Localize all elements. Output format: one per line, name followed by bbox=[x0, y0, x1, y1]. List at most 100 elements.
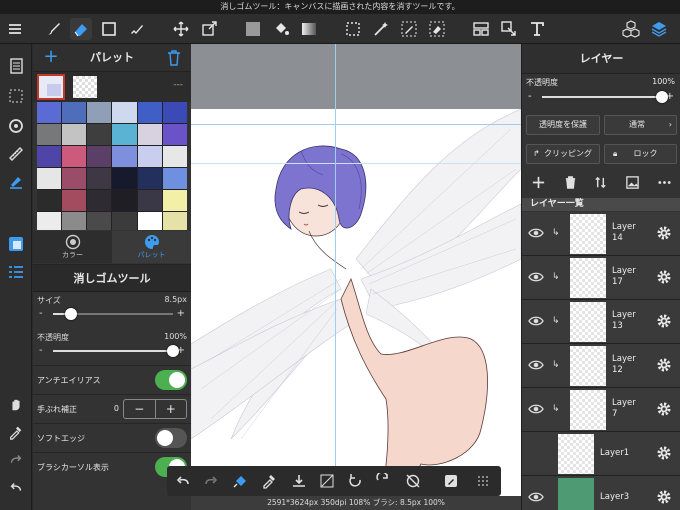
palette-swatch[interactable] bbox=[162, 124, 187, 145]
palette-swatch[interactable] bbox=[87, 102, 112, 123]
palette-swatch[interactable] bbox=[62, 212, 87, 230]
trash-icon[interactable] bbox=[165, 48, 183, 68]
canvas-area[interactable] bbox=[191, 44, 521, 510]
palette-swatch[interactable] bbox=[112, 168, 137, 189]
palette-swatch[interactable] bbox=[112, 124, 137, 145]
blend-mode-select[interactable]: 通常 › bbox=[604, 115, 677, 135]
palette-swatch[interactable] bbox=[162, 190, 187, 211]
layer-opacity-plus-button[interactable]: + bbox=[666, 90, 674, 104]
palette-swatch[interactable] bbox=[37, 124, 62, 145]
eye-icon[interactable] bbox=[528, 357, 544, 373]
palette-swatch[interactable] bbox=[162, 168, 187, 189]
protect-alpha-button[interactable]: 透明度を保護 bbox=[526, 115, 600, 135]
stabilizer-plus-button[interactable]: + bbox=[156, 400, 187, 418]
layer-row[interactable]: Layer3 bbox=[522, 476, 680, 510]
eye-icon[interactable] bbox=[528, 401, 544, 417]
eye-icon[interactable] bbox=[528, 225, 544, 241]
layer-row[interactable]: Layer1 bbox=[522, 432, 680, 476]
pen-pressure-icon[interactable] bbox=[4, 170, 28, 194]
layer-opacity-minus-button[interactable]: - bbox=[528, 90, 532, 104]
stabilizer-minus-button[interactable]: − bbox=[124, 400, 156, 418]
transparent-swatch[interactable] bbox=[73, 76, 97, 98]
palette-swatch[interactable] bbox=[37, 146, 62, 167]
gear-icon[interactable] bbox=[655, 444, 673, 462]
move-icon[interactable] bbox=[170, 18, 192, 40]
palette-swatch[interactable] bbox=[112, 146, 137, 167]
eyedropper-icon[interactable] bbox=[259, 471, 279, 491]
layer-icon[interactable] bbox=[648, 18, 670, 40]
current-color-swatch[interactable] bbox=[37, 74, 65, 100]
palette-swatch[interactable] bbox=[112, 102, 137, 123]
ruler-icon[interactable] bbox=[4, 142, 28, 166]
rotate-icon[interactable] bbox=[4, 114, 28, 138]
frame-icon[interactable] bbox=[470, 18, 492, 40]
palette-swatch[interactable] bbox=[87, 124, 112, 145]
marker-icon[interactable] bbox=[126, 18, 148, 40]
brush-icon[interactable] bbox=[42, 18, 64, 40]
gear-icon[interactable] bbox=[655, 224, 673, 242]
tab-palette[interactable]: パレット bbox=[112, 231, 191, 263]
palette-swatch[interactable] bbox=[137, 102, 162, 123]
selection-icon[interactable] bbox=[4, 84, 28, 108]
palette-swatch[interactable] bbox=[137, 124, 162, 145]
size-slider[interactable]: - + bbox=[37, 307, 187, 321]
eraser-icon[interactable] bbox=[70, 18, 92, 40]
palette-swatch[interactable] bbox=[62, 102, 87, 123]
snap-icon[interactable] bbox=[231, 471, 251, 491]
gear-icon[interactable] bbox=[655, 400, 673, 418]
layer-opacity-slider[interactable]: - + bbox=[526, 90, 676, 104]
eye-icon[interactable] bbox=[528, 269, 544, 285]
palette-swatch[interactable] bbox=[87, 168, 112, 189]
palette-swatch[interactable] bbox=[87, 212, 112, 230]
undo-icon[interactable] bbox=[173, 471, 193, 491]
size-knob[interactable] bbox=[65, 308, 77, 320]
palette-swatch[interactable] bbox=[112, 190, 137, 211]
gear-icon[interactable] bbox=[655, 268, 673, 286]
palette-swatch[interactable] bbox=[37, 212, 62, 230]
hand-icon[interactable] bbox=[4, 392, 28, 416]
palette-swatch[interactable] bbox=[137, 168, 162, 189]
rotate-right-icon[interactable] bbox=[373, 471, 393, 491]
palette-swatch[interactable] bbox=[162, 212, 187, 230]
size-plus-button[interactable]: + bbox=[177, 307, 185, 321]
gear-icon[interactable] bbox=[655, 312, 673, 330]
palette-swatch[interactable] bbox=[87, 190, 112, 211]
palette-swatch[interactable] bbox=[137, 146, 162, 167]
soft-edge-toggle[interactable] bbox=[155, 428, 187, 448]
palette-swatch[interactable] bbox=[87, 146, 112, 167]
material-icon[interactable] bbox=[620, 18, 642, 40]
clear-layer-icon[interactable] bbox=[317, 471, 337, 491]
antialias-toggle[interactable] bbox=[155, 370, 187, 390]
canvas-paper[interactable] bbox=[191, 108, 521, 510]
rectangle-icon[interactable] bbox=[98, 18, 120, 40]
import-icon[interactable] bbox=[289, 471, 309, 491]
reorder-layer-icon[interactable] bbox=[590, 172, 610, 192]
more-icon[interactable] bbox=[654, 172, 674, 192]
palette-swatch[interactable] bbox=[162, 102, 187, 123]
rotate-left-icon[interactable] bbox=[345, 471, 365, 491]
gear-icon[interactable] bbox=[655, 356, 673, 374]
clipping-button[interactable]: ↱ クリッピング bbox=[526, 144, 600, 164]
redo-icon[interactable] bbox=[201, 471, 221, 491]
palette-swatch[interactable] bbox=[62, 146, 87, 167]
layer-row[interactable]: ↳ Layer 12 bbox=[522, 344, 680, 388]
lock-button[interactable]: 🔒︎ ロック bbox=[604, 144, 677, 164]
palette-swatch[interactable] bbox=[37, 102, 62, 123]
tab-color[interactable]: カラー bbox=[33, 231, 112, 263]
add-layer-icon[interactable] bbox=[528, 172, 548, 192]
eye-icon[interactable] bbox=[528, 489, 544, 505]
palette-swatch[interactable] bbox=[162, 146, 187, 167]
stabilizer-stepper[interactable]: − + bbox=[123, 399, 187, 419]
magic-wand-icon[interactable] bbox=[370, 18, 392, 40]
layer-list-icon[interactable] bbox=[4, 260, 28, 284]
opacity-plus-button[interactable]: + bbox=[177, 344, 185, 358]
select-rect-icon[interactable] bbox=[342, 18, 364, 40]
palette-swatch[interactable] bbox=[137, 190, 162, 211]
transform-icon[interactable] bbox=[198, 18, 220, 40]
layer-row[interactable]: ↳ Layer 7 bbox=[522, 388, 680, 432]
palette-swatch[interactable] bbox=[62, 168, 87, 189]
page-manager-icon[interactable] bbox=[4, 54, 28, 78]
bucket-icon[interactable] bbox=[270, 18, 292, 40]
more-grid-icon[interactable] bbox=[473, 471, 493, 491]
gear-icon[interactable] bbox=[655, 488, 673, 506]
